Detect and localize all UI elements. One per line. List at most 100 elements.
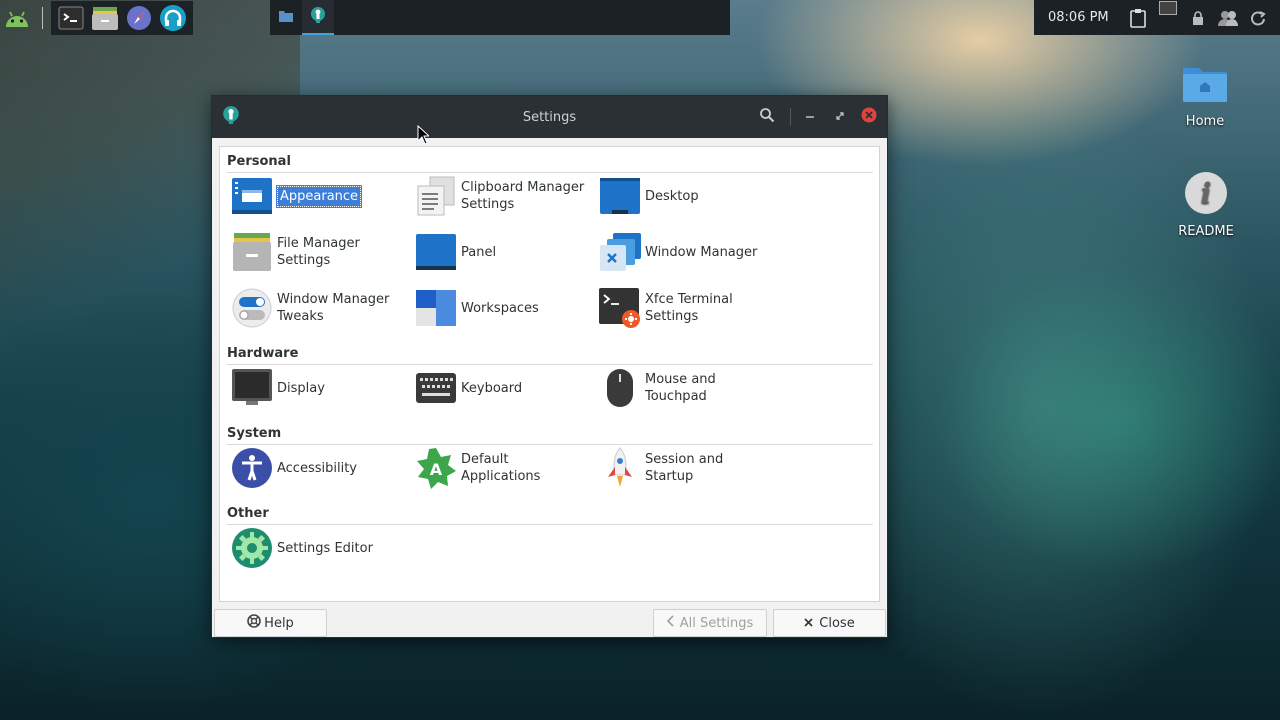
window-manager-icon xyxy=(599,231,641,273)
search-icon xyxy=(759,107,775,127)
item-workspaces[interactable]: Workspaces xyxy=(415,287,539,329)
minimize-button[interactable] xyxy=(800,107,820,127)
item-label: Clipboard Manager Settings xyxy=(461,180,585,212)
item-label: Settings Editor xyxy=(277,540,373,556)
taskbar xyxy=(270,0,730,35)
panel-icon xyxy=(415,231,457,273)
item-settings-editor[interactable]: Settings Editor xyxy=(231,527,373,569)
item-display[interactable]: Display xyxy=(231,367,325,409)
item-label: Xfce Terminal Settings xyxy=(645,292,733,324)
lock-icon[interactable] xyxy=(1183,0,1213,35)
settings-window: Settings Personal Appearance Clipboard M… xyxy=(211,95,888,638)
item-label: Display xyxy=(277,380,325,396)
help-icon xyxy=(247,614,261,632)
section-title-hardware: Hardware xyxy=(227,346,299,361)
keyboard-icon xyxy=(415,367,457,409)
workspace-switcher-icon[interactable] xyxy=(1153,0,1183,36)
item-xfce-terminal-settings[interactable]: Xfce Terminal Settings xyxy=(599,287,733,329)
terminal-icon[interactable] xyxy=(56,3,86,33)
launcher-group xyxy=(51,0,193,35)
clock[interactable]: 08:06 PM xyxy=(1048,10,1109,25)
close-small-icon xyxy=(804,616,813,631)
logout-icon[interactable] xyxy=(1243,0,1273,35)
task-file-manager[interactable] xyxy=(270,0,302,35)
workspaces-icon xyxy=(415,287,457,329)
folder-icon xyxy=(278,9,294,27)
item-label: Default Applications xyxy=(461,452,541,484)
top-panel-left xyxy=(0,0,193,35)
rocket-icon xyxy=(599,447,641,489)
section-title-system: System xyxy=(227,426,282,441)
item-label: Desktop xyxy=(645,188,699,204)
titlebar-separator xyxy=(790,108,791,126)
item-panel[interactable]: Panel xyxy=(415,231,496,273)
switch-user-icon[interactable] xyxy=(1213,0,1243,35)
desktop-icon-readme[interactable]: i README xyxy=(1171,170,1241,239)
chevron-left-icon xyxy=(666,615,675,631)
headphones-icon[interactable] xyxy=(158,3,188,33)
item-label: Workspaces xyxy=(461,300,539,316)
item-file-manager-settings[interactable]: File Manager Settings xyxy=(231,231,360,273)
desktop-icon-home[interactable]: Home xyxy=(1170,62,1240,129)
section-divider xyxy=(227,444,873,445)
item-session-and-startup[interactable]: Session and Startup xyxy=(599,447,723,489)
section-title-other: Other xyxy=(227,506,269,521)
minimize-icon xyxy=(805,110,815,125)
item-accessibility[interactable]: Accessibility xyxy=(231,447,357,489)
panel-separator xyxy=(42,6,43,29)
item-label: Appearance xyxy=(275,184,363,208)
close-label: Close xyxy=(819,615,855,631)
web-browser-icon[interactable] xyxy=(124,3,154,33)
clipboard-icon[interactable] xyxy=(1123,0,1153,35)
item-window-manager[interactable]: Window Manager xyxy=(599,231,757,273)
item-label: Mouse and Touchpad xyxy=(645,372,716,404)
desktop-icon-label: Home xyxy=(1185,114,1225,129)
close-icon xyxy=(861,107,877,127)
section-divider xyxy=(227,524,873,525)
window-manager-tweaks-icon xyxy=(231,287,273,329)
settings-content: Personal Appearance Clipboard Manager Se… xyxy=(219,146,880,602)
svg-text:i: i xyxy=(1201,177,1212,210)
home-folder-icon xyxy=(1170,62,1240,110)
item-keyboard[interactable]: Keyboard xyxy=(415,367,522,409)
display-icon xyxy=(231,367,273,409)
item-clipboard-manager-settings[interactable]: Clipboard Manager Settings xyxy=(415,175,584,217)
section-title-personal: Personal xyxy=(227,154,291,169)
item-label: File Manager Settings xyxy=(277,236,360,268)
item-label: Window Manager Tweaks xyxy=(277,292,390,324)
close-window-button[interactable] xyxy=(859,107,879,127)
desktop-icon-label: README xyxy=(1178,224,1234,239)
info-icon: i xyxy=(1171,170,1241,220)
window-titlebar[interactable]: Settings xyxy=(212,96,887,138)
item-label: Panel xyxy=(461,244,497,260)
close-button[interactable]: Close xyxy=(773,609,886,637)
terminal-settings-icon xyxy=(599,287,641,329)
task-settings[interactable] xyxy=(302,0,334,35)
top-panel-right: 08:06 PM xyxy=(1034,0,1280,35)
item-label: Accessibility xyxy=(277,460,357,476)
search-button[interactable] xyxy=(757,107,777,127)
file-manager-settings-icon xyxy=(231,231,273,273)
maximize-button[interactable] xyxy=(830,107,850,127)
desktop-icon xyxy=(599,175,641,217)
mouse-icon xyxy=(599,367,641,409)
item-mouse-and-touchpad[interactable]: Mouse and Touchpad xyxy=(599,367,716,409)
settings-editor-icon xyxy=(231,527,273,569)
item-label: Keyboard xyxy=(461,380,523,396)
mouse-cursor-icon xyxy=(417,124,431,149)
item-label: Window Manager xyxy=(645,244,758,260)
settings-app-icon xyxy=(310,6,326,28)
all-settings-button[interactable]: All Settings xyxy=(653,609,767,637)
settings-app-icon xyxy=(222,105,240,129)
help-label: Help xyxy=(264,615,294,631)
help-button[interactable]: Help xyxy=(214,609,327,637)
svg-text:A: A xyxy=(430,460,443,479)
file-manager-icon[interactable] xyxy=(90,3,120,33)
section-divider xyxy=(227,364,873,365)
item-window-manager-tweaks[interactable]: Window Manager Tweaks xyxy=(231,287,389,329)
item-label: Session and Startup xyxy=(645,452,724,484)
android-menu-icon[interactable] xyxy=(0,1,34,35)
item-default-applications[interactable]: A Default Applications xyxy=(415,447,540,489)
item-appearance[interactable]: Appearance xyxy=(231,175,363,217)
item-desktop[interactable]: Desktop xyxy=(599,175,699,217)
